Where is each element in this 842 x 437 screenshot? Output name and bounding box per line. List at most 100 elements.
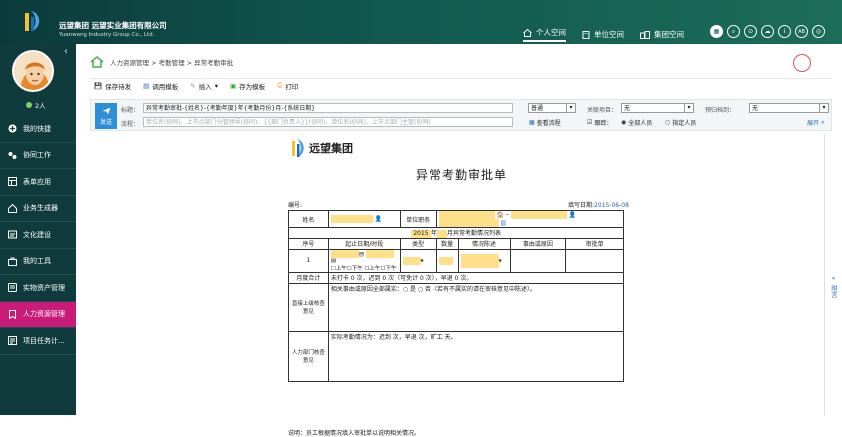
sidebar-item-hr[interactable]: 人力资源管理 <box>0 301 76 328</box>
direct-supervisor-text[interactable]: 相关事由或原因全部属实：○ 是 ○ 否（若有不属实的请在审核意见中陈述）。 <box>327 282 625 332</box>
search-icon[interactable]: ⌕ <box>727 25 740 38</box>
name-input[interactable] <box>330 215 373 223</box>
track-all-radio[interactable]: ◉ 全部人员 <box>621 118 652 127</box>
attachment-panel[interactable]: « 附言 <box>824 134 842 415</box>
nav-unit-space[interactable]: 单位空间 <box>582 27 624 42</box>
quantity-cell[interactable] <box>435 248 459 273</box>
sidebar-item-collab[interactable]: 协同工作 <box>0 143 76 169</box>
online-status[interactable]: 2人 <box>26 100 46 110</box>
project-icon <box>8 336 17 346</box>
insert-label: 插入 <box>198 82 212 91</box>
compose-header: 发送 标题： 异常考勤审批-{姓名}-{考勤年度}年{考勤月份}月-{系统日期}… <box>90 99 832 131</box>
collapse-sidebar-icon[interactable]: ‹ <box>64 46 68 57</box>
type-select[interactable] <box>402 256 421 265</box>
name-field[interactable]: 👤 <box>327 210 401 228</box>
table-icon <box>8 177 17 187</box>
company-logo-icon[interactable] <box>22 9 44 33</box>
user-picker-icon[interactable]: 👤 <box>375 216 382 223</box>
nav-group-space[interactable]: 集团空间 <box>640 27 684 42</box>
level-input[interactable] <box>438 219 499 227</box>
reason-cell[interactable] <box>509 248 567 273</box>
table-row: 直接上级核查意见 相关事由或原因全部属实：○ 是 ○ 否（若有不属实的请在审核意… <box>288 282 625 332</box>
save-template-button[interactable]: ▣ 存为模板 <box>230 81 265 91</box>
sidebar-item-my-shortcuts[interactable]: 我的快捷 <box>0 116 76 143</box>
org-picker-icon[interactable]: 🏠 <box>497 212 504 219</box>
group-icon <box>640 30 650 39</box>
sidebar-item-projects[interactable]: 项目任务计... <box>0 328 76 355</box>
type-cell[interactable]: ▾ <box>399 248 437 273</box>
top-tools: ▦ ⌕ ⊙ ☁ i AB ◎ <box>710 25 825 38</box>
department-input[interactable] <box>438 211 495 219</box>
save-template-icon: ▣ <box>229 81 237 90</box>
calendar-icon[interactable]: ▤ <box>501 220 507 227</box>
hr-dept-text[interactable]: 实际考勤情况为：迟到 次，早退 次，旷工 天。 <box>327 330 625 382</box>
use-template-button[interactable]: ▤ 调用模板 <box>143 81 178 91</box>
print-button[interactable]: ⎙ 打印 <box>277 81 298 91</box>
col-header-statement: 情况陈述 <box>457 237 511 250</box>
year-select[interactable]: 2015 <box>410 229 431 238</box>
sidebar-item-tools[interactable]: 我的工具 <box>0 249 76 275</box>
summary-label: 月度合计 <box>288 271 329 284</box>
ab-icon[interactable]: AB <box>795 25 808 38</box>
approval-form-table: 姓名 👤 单位职务 🏠 – 👤 ▤ 2015 年月异常考勤情况列表 序号 起止日期… <box>288 210 625 382</box>
sidebar-item-label: 表单应用 <box>23 177 51 186</box>
expand-button[interactable]: 展开» <box>807 118 825 127</box>
apps-icon[interactable]: ▦ <box>710 25 723 38</box>
clock-icon[interactable] <box>793 54 811 72</box>
flow-input[interactable]: 单位名(协同)、上节点部门分管领导(协同)、{{部门负责人}}(协同)、单位名(… <box>143 117 513 127</box>
chevron-down-icon: ▾ <box>214 81 218 90</box>
priority-select[interactable]: 普通 ▾ <box>528 103 576 113</box>
sidebar-item-forms[interactable]: 表单应用 <box>0 169 76 196</box>
end-date-input[interactable] <box>365 249 394 258</box>
builder-icon <box>8 203 17 213</box>
document-title: 异常考勤审批单 <box>416 168 508 182</box>
save-draft-button[interactable]: 💾 保存待发 <box>94 81 131 91</box>
post-input[interactable] <box>510 211 567 219</box>
company-name-en: Yuanwang Industry Group Co., Ltd. <box>59 32 155 38</box>
nav-personal-space[interactable]: 个人空间 <box>523 27 566 42</box>
sidebar-item-culture[interactable]: 文化建设 <box>0 222 76 249</box>
start-date-input[interactable] <box>330 249 359 258</box>
send-button[interactable]: 发送 <box>95 103 117 129</box>
view-flow-button[interactable]: ▦ 查看流程 <box>529 118 561 127</box>
position-label: 单位职务 <box>399 210 437 228</box>
sidebar-item-assets[interactable]: 实物资产管理 <box>0 275 76 302</box>
settings-icon[interactable]: ◎ <box>812 25 825 38</box>
track-specified-radio[interactable]: ○ 指定人员 <box>665 118 696 127</box>
month-select[interactable] <box>437 229 447 238</box>
avatar[interactable] <box>12 50 54 92</box>
sidebar-item-label: 实物资产管理 <box>23 283 65 292</box>
period-cell[interactable]: ▤ ▤ ☐上午☐下午 ☐上午☐下午 <box>327 248 401 273</box>
quantity-input[interactable] <box>438 256 453 265</box>
col-header-index: 序号 <box>288 237 329 250</box>
form-note: 说明：员工根据情况填入审批单以说明相关情况。 <box>288 430 421 437</box>
title-input[interactable]: 异常考勤审批-{姓名}-{考勤年度}年{考勤月份}月-{系统日期} <box>143 103 513 113</box>
cloud-icon[interactable]: ☁ <box>761 25 774 38</box>
related-select[interactable]: 无 ▾ <box>621 103 694 113</box>
sidebar-item-builder[interactable]: 业务生成器 <box>0 196 76 222</box>
breadcrumb-text: 人力资源管理 > 考勤管理 > 异常考勤审批 <box>110 59 234 67</box>
zoom-icon[interactable]: ⊙ <box>744 25 757 38</box>
insert-button[interactable]: ✎ 插入 ▾ <box>190 81 218 91</box>
statement-input[interactable] <box>460 253 499 268</box>
priority-value: 普通 <box>531 105 544 112</box>
top-nav: 个人空间 单位空间 集团空间 <box>523 27 684 42</box>
flow-chart-icon: ▦ <box>529 119 535 126</box>
position-field[interactable]: 🏠 – 👤 ▤ <box>435 210 625 228</box>
post-picker-icon[interactable]: 👤 <box>569 212 576 219</box>
col-header-quantity: 数量 <box>435 237 459 250</box>
main-content: 人力资源管理 > 考勤管理 > 异常考勤审批 💾 保存待发 ▤ 调用模板 ✎ 插入 ▾ … <box>76 44 842 437</box>
month-text: 月异常考勤情况列表 <box>447 230 502 237</box>
top-bar: 远望集团 远望实业集团有限公司 Yuanwang Industry Group … <box>0 0 842 44</box>
sidebar: ‹ 2人 我的快捷 协同工作 表单应用 业务生成器 文化建设 我的工具 实物资产… <box>0 44 76 415</box>
info-icon[interactable]: i <box>778 25 791 38</box>
save-template-label: 存为模板 <box>239 82 266 91</box>
track-checkbox[interactable]: ☑ 跟踪： <box>587 118 612 127</box>
archive-select[interactable]: 无 ▾ <box>749 103 829 113</box>
statement-cell[interactable]: ▾ <box>457 248 511 273</box>
table-row: 月度合计 未打卡 0 次，迟到 0 次（可免计 0 次），早退 0 次。 <box>288 271 625 284</box>
approval-cell[interactable] <box>565 248 624 273</box>
home-outline-icon[interactable] <box>90 56 104 68</box>
collab-icon <box>8 151 17 159</box>
expand-panel-icon[interactable]: « <box>825 274 842 282</box>
